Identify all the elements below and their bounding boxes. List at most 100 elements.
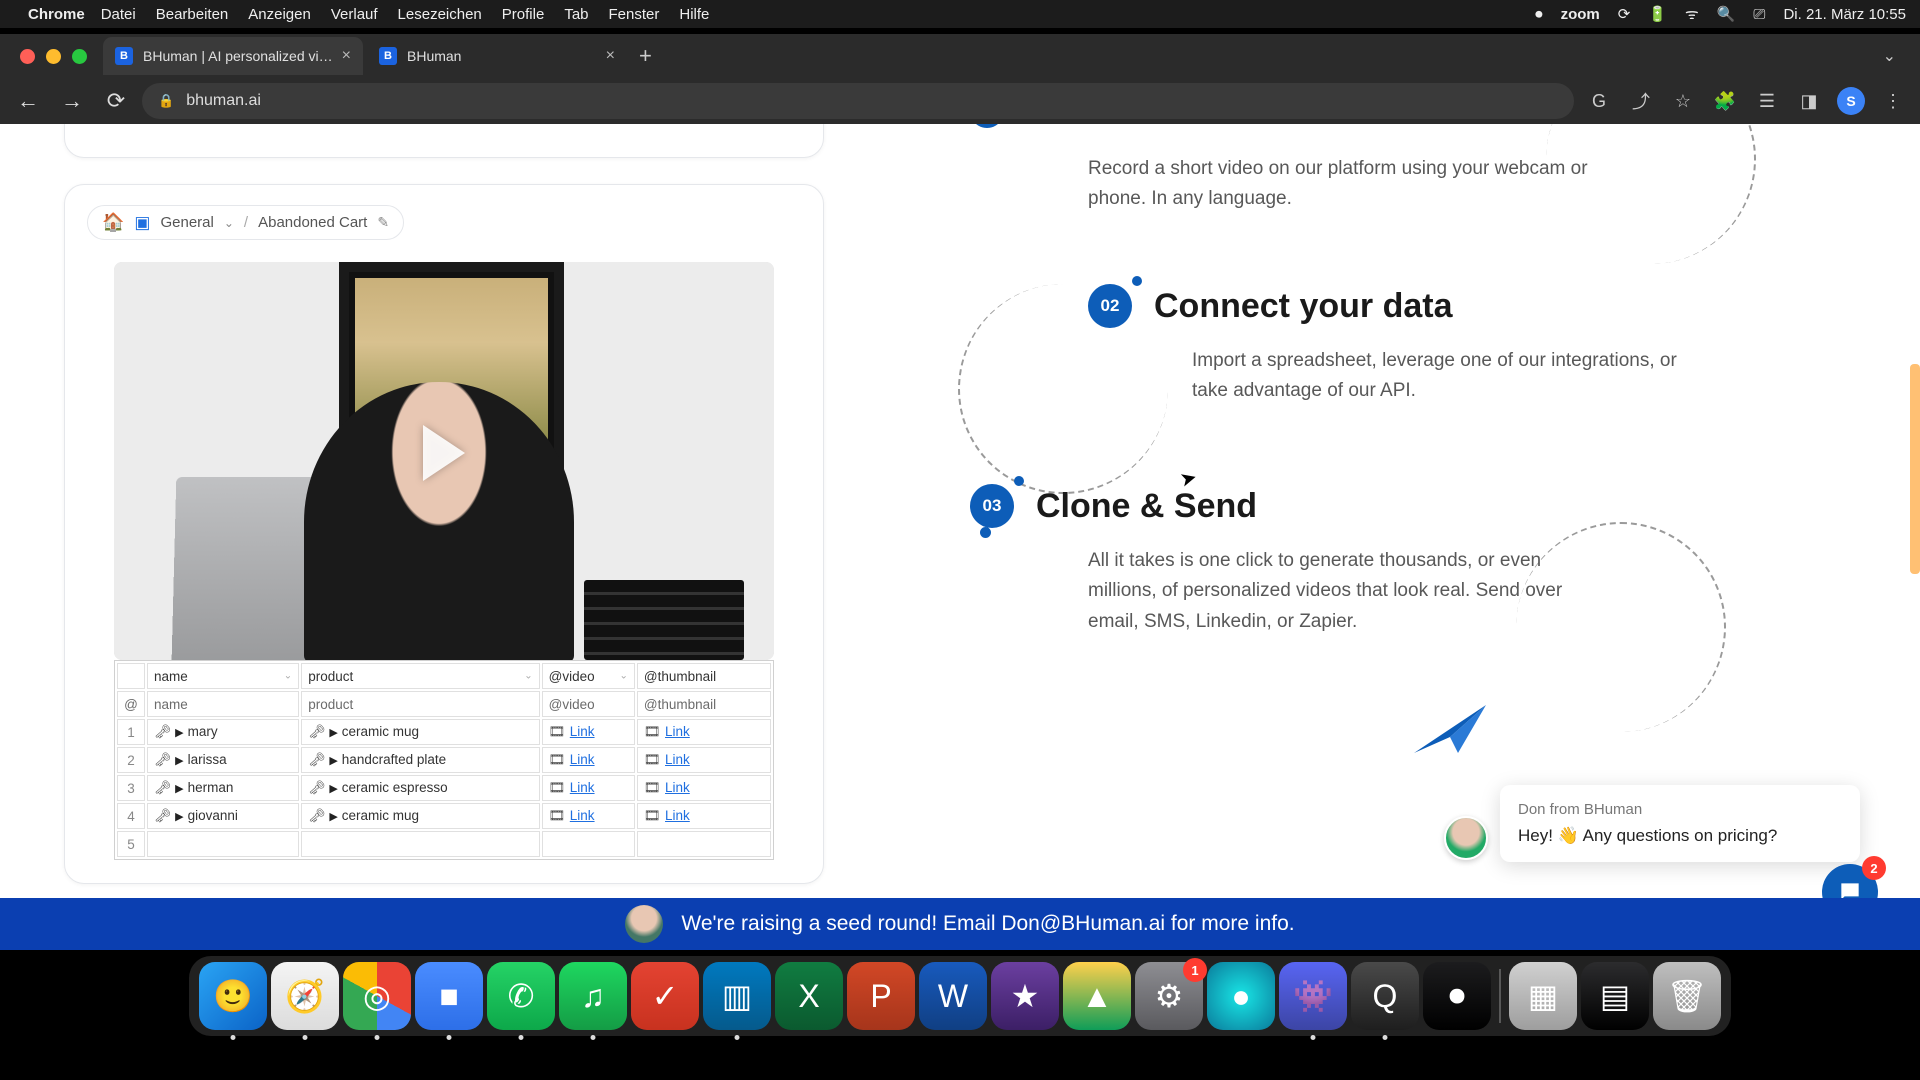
cell-product[interactable]: 🗝▶ceramic mug	[301, 719, 539, 745]
dock-finder[interactable]: 🙂	[199, 962, 267, 1030]
dock-quicktime[interactable]: Q	[1351, 962, 1419, 1030]
dock-settings[interactable]: ⚙1	[1135, 962, 1203, 1030]
chevron-down-icon[interactable]: ⌄	[224, 216, 234, 230]
dock-whatsapp[interactable]: ✆	[487, 962, 555, 1030]
cell-thumbnail[interactable]: 🎞Link	[637, 747, 771, 773]
dock-word[interactable]: W	[919, 962, 987, 1030]
breadcrumb-page[interactable]: Abandoned Cart	[258, 214, 367, 231]
url-field[interactable]: 🔒 bhuman.ai	[142, 83, 1574, 119]
cell-thumbnail[interactable]	[637, 831, 771, 857]
cell-thumbnail[interactable]: 🎞Link	[637, 775, 771, 801]
bookmark-icon[interactable]: ☆	[1666, 84, 1700, 118]
dock-todoist[interactable]: ✓	[631, 962, 699, 1030]
battery-icon[interactable]: 🔋	[1648, 5, 1667, 23]
cell-product[interactable]	[301, 831, 539, 857]
page-scrollbar[interactable]	[1910, 364, 1920, 574]
dock-stocks[interactable]: ▤	[1581, 962, 1649, 1030]
menu-tab[interactable]: Tab	[564, 6, 588, 23]
col-product[interactable]: product⌄	[301, 663, 539, 689]
cell-thumbnail[interactable]: 🎞Link	[637, 803, 771, 829]
forward-button[interactable]: →	[54, 83, 90, 119]
cell-product[interactable]: 🗝▶handcrafted plate	[301, 747, 539, 773]
cell-video[interactable]	[542, 831, 635, 857]
app-name[interactable]: Chrome	[28, 6, 85, 23]
dock-imovie[interactable]: ★	[991, 962, 1059, 1030]
spotlight-icon[interactable]: 🔍	[1717, 5, 1736, 23]
menu-anzeigen[interactable]: Anzeigen	[248, 6, 311, 23]
chrome-menu-icon[interactable]: ⋮	[1876, 84, 1910, 118]
replay-icon[interactable]: ⟳	[1618, 5, 1631, 23]
seed-round-banner[interactable]: We're raising a seed round! Email Don@BH…	[0, 898, 1920, 950]
back-button[interactable]: ←	[10, 83, 46, 119]
dock-chrome[interactable]: ◎	[343, 962, 411, 1030]
fullscreen-window[interactable]	[72, 49, 87, 64]
reading-list-icon[interactable]: ☰	[1750, 84, 1784, 118]
close-window[interactable]	[20, 49, 35, 64]
table-row[interactable]: 4🗝▶giovanni🗝▶ceramic mug🎞Link🎞Link	[117, 803, 771, 829]
menu-datei[interactable]: Datei	[101, 6, 136, 23]
side-panel-icon[interactable]: ◨	[1792, 84, 1826, 118]
col-video[interactable]: @video⌄	[542, 663, 635, 689]
cell-video[interactable]: 🎞Link	[542, 719, 635, 745]
home-icon[interactable]: 🏠	[102, 212, 124, 233]
cell-thumbnail[interactable]: 🎞Link	[637, 719, 771, 745]
dock-spotify[interactable]: ♫	[559, 962, 627, 1030]
menu-lesezeichen[interactable]: Lesezeichen	[398, 6, 482, 23]
extensions-icon[interactable]: 🧩	[1708, 84, 1742, 118]
play-icon[interactable]	[423, 425, 465, 481]
share-icon[interactable]: ⤴	[1624, 84, 1658, 118]
menu-verlauf[interactable]: Verlauf	[331, 6, 378, 23]
dock-excel[interactable]: X	[775, 962, 843, 1030]
table-row[interactable]: 1🗝▶mary🗝▶ceramic mug🎞Link🎞Link	[117, 719, 771, 745]
col-name[interactable]: name⌄	[147, 663, 299, 689]
menu-hilfe[interactable]: Hilfe	[679, 6, 709, 23]
cell-name[interactable]: 🗝▶herman	[147, 775, 299, 801]
cell-video[interactable]: 🎞Link	[542, 803, 635, 829]
breadcrumb-folder[interactable]: General	[160, 214, 213, 231]
tab-search-icon[interactable]: ⌄	[1883, 46, 1896, 66]
cell-name[interactable]: 🗝▶giovanni	[147, 803, 299, 829]
dock-trello[interactable]: ▥	[703, 962, 771, 1030]
dock-trash[interactable]: 🗑	[1653, 962, 1721, 1030]
cell-video[interactable]: 🎞Link	[542, 775, 635, 801]
cell-name[interactable]	[147, 831, 299, 857]
tab-bhuman-app[interactable]: B BHuman ×	[367, 37, 627, 75]
menu-bearbeiten[interactable]: Bearbeiten	[156, 6, 229, 23]
dock-voice-memos[interactable]: ⏺	[1423, 962, 1491, 1030]
close-tab-icon[interactable]: ×	[342, 47, 351, 65]
cell-product[interactable]: 🗝▶ceramic espresso	[301, 775, 539, 801]
close-tab-icon[interactable]: ×	[606, 47, 615, 65]
zoom-menubar[interactable]: zoom	[1561, 6, 1600, 23]
dock-google-drive[interactable]: ▲	[1063, 962, 1131, 1030]
chat-bubble[interactable]: Don from BHuman Hey! 👋 Any questions on …	[1500, 785, 1860, 862]
table-row[interactable]: 2🗝▶larissa🗝▶handcrafted plate🎞Link🎞Link	[117, 747, 771, 773]
cell-name[interactable]: 🗝▶larissa	[147, 747, 299, 773]
dock-siri[interactable]: ●	[1207, 962, 1275, 1030]
cell-name[interactable]: 🗝▶mary	[147, 719, 299, 745]
dock-powerpoint[interactable]: P	[847, 962, 915, 1030]
wifi-icon[interactable]: ᯤ	[1685, 4, 1699, 24]
folder-icon[interactable]: ▣	[134, 213, 150, 233]
lock-icon[interactable]: 🔒	[158, 93, 174, 109]
edit-icon[interactable]: ✎	[377, 214, 389, 231]
menu-profile[interactable]: Profile	[502, 6, 545, 23]
new-tab-button[interactable]: +	[639, 43, 652, 69]
video-preview[interactable]	[114, 262, 774, 660]
reload-button[interactable]: ⟳	[98, 83, 134, 119]
cell-product[interactable]: 🗝▶ceramic mug	[301, 803, 539, 829]
menu-fenster[interactable]: Fenster	[609, 6, 660, 23]
screen-record-icon[interactable]: ⏺	[1535, 6, 1543, 23]
table-row[interactable]: 3🗝▶herman🗝▶ceramic espresso🎞Link🎞Link	[117, 775, 771, 801]
dock-safari[interactable]: 🧭	[271, 962, 339, 1030]
dock-calculator[interactable]: ▦	[1509, 962, 1577, 1030]
minimize-window[interactable]	[46, 49, 61, 64]
cell-video[interactable]: 🎞Link	[542, 747, 635, 773]
tab-bhuman-landing[interactable]: B BHuman | AI personalized vide… ×	[103, 37, 363, 75]
table-row[interactable]: 5	[117, 831, 771, 857]
profile-button[interactable]: S	[1834, 84, 1868, 118]
dock-zoom[interactable]: ■	[415, 962, 483, 1030]
menubar-clock[interactable]: Di. 21. März 10:55	[1783, 6, 1906, 23]
dock-discord[interactable]: 👾	[1279, 962, 1347, 1030]
google-lens-icon[interactable]: G	[1582, 84, 1616, 118]
col-thumbnail[interactable]: @thumbnail	[637, 663, 771, 689]
